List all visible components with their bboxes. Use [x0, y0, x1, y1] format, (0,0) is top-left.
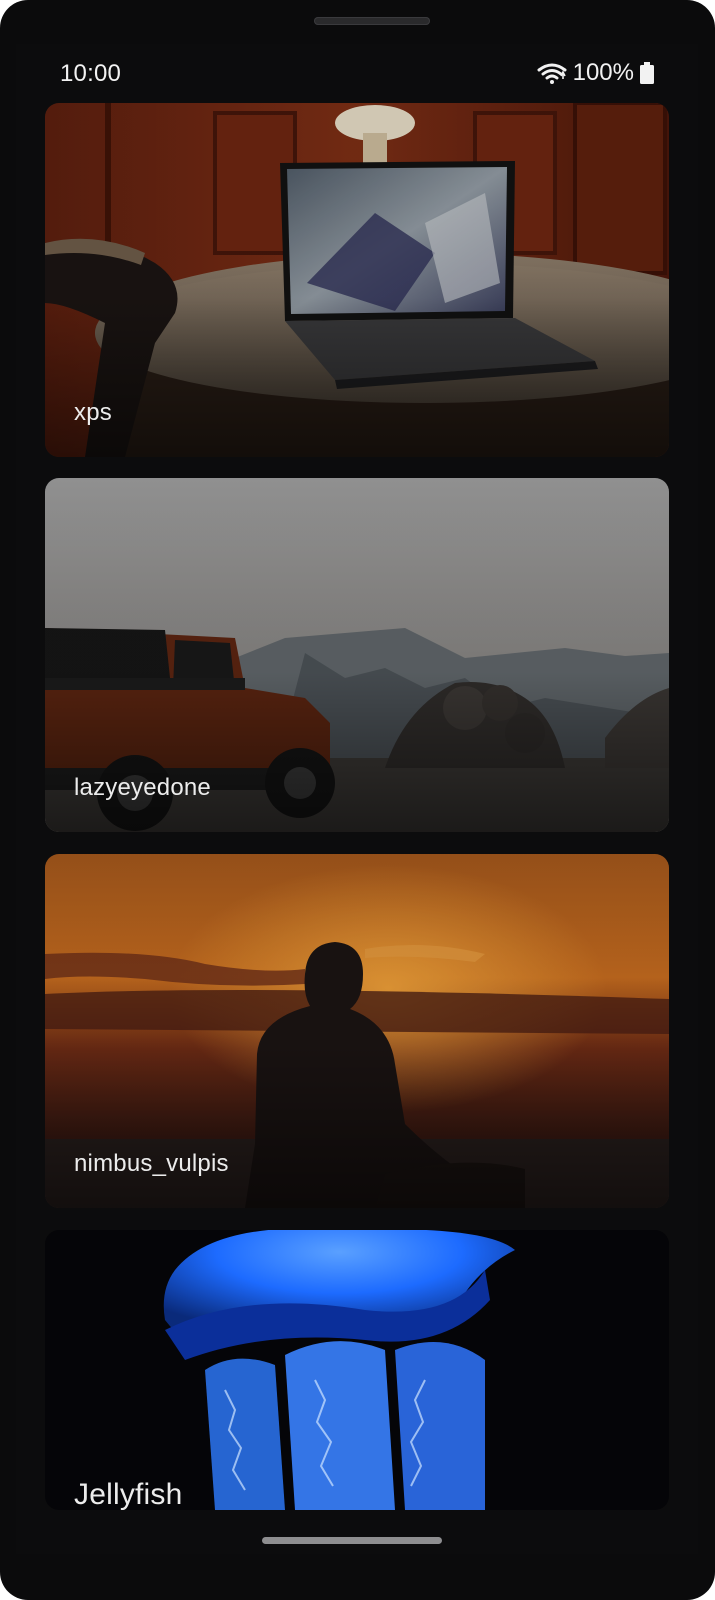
- wallpaper-name: Jellyfish: [74, 1478, 183, 1510]
- wallpaper-card-xps[interactable]: xps: [45, 103, 669, 457]
- navigation-gesture-bar[interactable]: [262, 1537, 442, 1544]
- screen: 10:00 100% xps lazyeyedone nimbus_vulpis…: [16, 44, 698, 1554]
- battery-percent: 100%: [572, 59, 634, 86]
- status-bar: 10:00 100%: [16, 44, 698, 102]
- battery-icon: [640, 62, 654, 84]
- wallpaper-image: [45, 1230, 669, 1510]
- wallpaper-card-lazyeyedone[interactable]: lazyeyedone: [45, 478, 669, 832]
- label-scrim: [45, 103, 669, 457]
- earpiece-speaker: [314, 17, 430, 25]
- wallpaper-name: xps: [74, 399, 112, 426]
- status-icons: 100%: [537, 59, 654, 86]
- wallpaper-card-nimbus-vulpis[interactable]: nimbus_vulpis: [45, 854, 669, 1208]
- wallpaper-card-jellyfish[interactable]: Jellyfish: [45, 1230, 669, 1510]
- wifi-icon: [537, 62, 567, 84]
- phone-frame: 10:00 100% xps lazyeyedone nimbus_vulpis…: [0, 0, 715, 1600]
- status-time: 10:00: [60, 60, 122, 87]
- wallpaper-name: lazyeyedone: [74, 774, 211, 801]
- wallpaper-name: nimbus_vulpis: [74, 1150, 229, 1177]
